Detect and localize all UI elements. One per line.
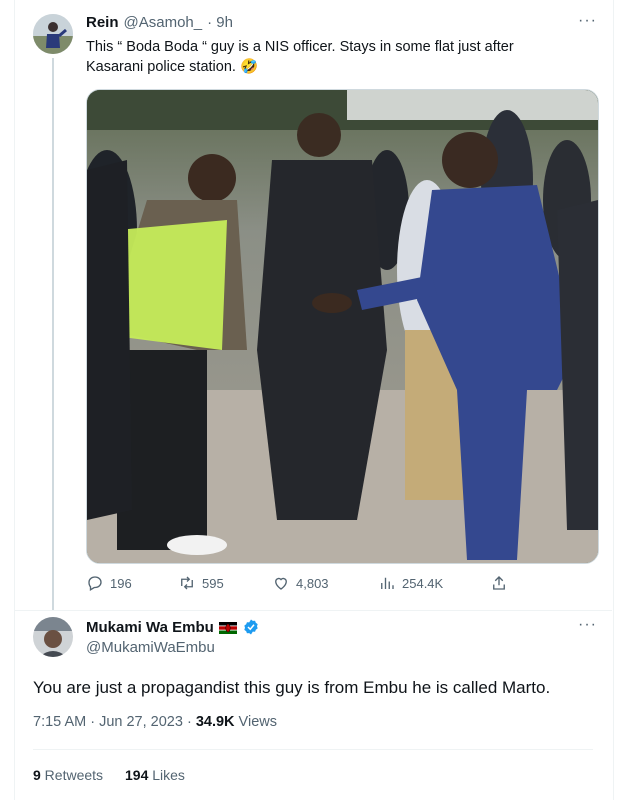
likes-count: 194 <box>125 767 149 783</box>
tweet-time[interactable]: · 9h <box>207 14 233 31</box>
like-action[interactable]: 4,803 <box>272 574 329 592</box>
kenya-flag-icon <box>218 621 237 634</box>
like-count: 4,803 <box>296 575 329 591</box>
verified-badge-icon <box>242 618 260 636</box>
retweet-count: 595 <box>202 575 224 591</box>
more-options-button[interactable]: ··· <box>578 12 597 30</box>
tweet-photo[interactable] <box>86 89 599 564</box>
reply-author-name[interactable]: Mukami Wa Embu <box>86 619 214 636</box>
reply-views-count: 34.9K <box>195 714 235 730</box>
retweet-icon <box>181 576 193 590</box>
author-avatar[interactable] <box>33 14 73 54</box>
retweets-label: Retweets <box>40 767 104 783</box>
views-icon <box>381 577 394 589</box>
author-handle[interactable]: @Asamoh_ <box>124 14 203 31</box>
reply-author-avatar[interactable] <box>33 617 73 657</box>
retweets-stat[interactable]: 9 Retweets <box>33 767 103 783</box>
views-action[interactable]: 254.4K <box>378 574 443 592</box>
reply-text: You are just a propagandist this guy is … <box>33 678 551 697</box>
tweet-divider <box>14 610 612 611</box>
reply-count: 196 <box>110 575 132 591</box>
reply-icon <box>88 576 102 591</box>
thread-connector <box>52 58 54 610</box>
like-icon <box>275 577 287 590</box>
retweet-action[interactable]: 595 <box>178 574 224 592</box>
author-name[interactable]: Rein <box>86 14 119 31</box>
likes-stat[interactable]: 194 Likes <box>125 767 185 783</box>
share-action[interactable] <box>490 574 508 592</box>
reply-time[interactable]: 7:15 AM · Jun 27, 2023 · <box>33 714 196 730</box>
reply-views-label: Views <box>234 714 277 730</box>
likes-label: Likes <box>148 767 185 783</box>
tweet-text: This “ Boda Boda “ guy is a NIS officer.… <box>86 39 514 75</box>
reply-action[interactable]: 196 <box>86 574 132 592</box>
reply-author-handle[interactable]: @MukamiWaEmbu <box>86 639 215 656</box>
views-count: 254.4K <box>402 575 444 591</box>
share-icon <box>493 576 505 590</box>
retweets-count: 9 <box>33 767 41 783</box>
stats-divider <box>33 749 593 750</box>
reply-timestamp-row: 7:15 AM · Jun 27, 2023 · 34.9K Views <box>33 714 277 730</box>
reply-more-options-button[interactable]: ··· <box>578 616 597 634</box>
